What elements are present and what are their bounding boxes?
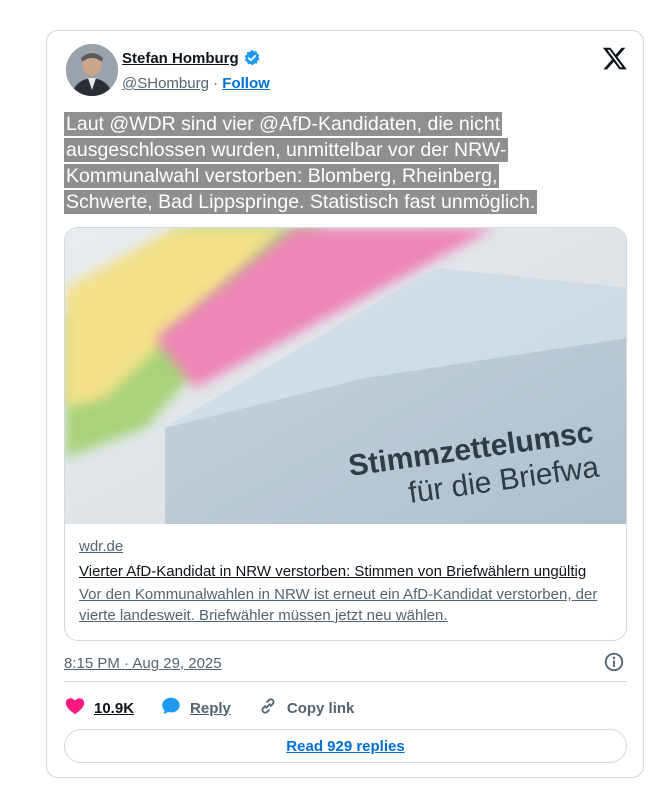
tweet-text-line: Laut @WDR sind vier @AfD-Kandidaten, die… bbox=[64, 112, 503, 136]
link-preview-card[interactable]: Stimmzettelumsc für die Briefwa wdr.de V… bbox=[64, 227, 627, 641]
divider bbox=[64, 681, 627, 682]
tweet-text-line: Schwerte, Bad Lippspringe. Statistisch f… bbox=[64, 190, 538, 214]
info-icon[interactable] bbox=[603, 651, 625, 673]
link-domain[interactable]: wdr.de bbox=[79, 538, 619, 555]
tweet-text: Laut @WDR sind vier @AfD-Kandidaten, die… bbox=[64, 111, 574, 215]
tweet-text-line: Kommunalwahl verstorben: Blomberg, Rhein… bbox=[64, 164, 500, 188]
tweet-timestamp[interactable]: 8:15 PM · Aug 29, 2025 bbox=[64, 655, 222, 672]
like-count: 10.9K bbox=[94, 699, 135, 717]
copy-link-label: Copy link bbox=[286, 699, 355, 717]
link-icon bbox=[257, 695, 279, 721]
link-title[interactable]: Vierter AfD-Kandidat in NRW verstorben: … bbox=[79, 563, 619, 580]
reply-button[interactable]: Reply bbox=[160, 695, 231, 721]
read-replies-label: Read 929 replies bbox=[286, 737, 405, 755]
link-description[interactable]: Vor den Kommunalwahlen in NRW ist erneut… bbox=[79, 584, 619, 626]
handle-separator: · bbox=[213, 75, 219, 92]
heart-icon bbox=[64, 695, 86, 721]
verified-badge-icon bbox=[243, 49, 261, 67]
reply-label: Reply bbox=[190, 699, 231, 717]
author-name[interactable]: Stefan Homburg bbox=[122, 50, 239, 67]
copy-link-button[interactable]: Copy link bbox=[257, 695, 355, 721]
like-button[interactable]: 10.9K bbox=[64, 695, 134, 721]
avatar[interactable] bbox=[66, 44, 118, 96]
author-handle[interactable]: @SHomburg bbox=[122, 75, 209, 92]
tweet-text-line: ausgeschlossen wurden, unmittelbar vor d… bbox=[64, 138, 509, 162]
x-logo-icon[interactable] bbox=[602, 45, 628, 71]
tweet-embed-card: Stefan Homburg @SHomburg · Follow Laut @… bbox=[46, 30, 644, 778]
reply-icon bbox=[160, 695, 182, 721]
follow-link[interactable]: Follow bbox=[222, 75, 270, 92]
link-preview-image[interactable]: Stimmzettelumsc für die Briefwa bbox=[65, 228, 626, 524]
read-replies-button[interactable]: Read 929 replies bbox=[64, 729, 627, 763]
